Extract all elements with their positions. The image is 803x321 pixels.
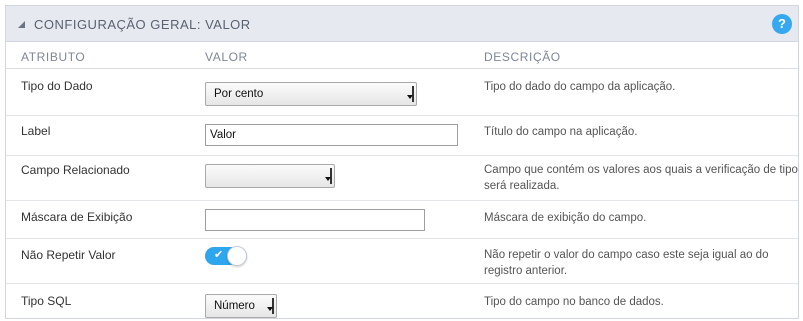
sql-type-select[interactable]: Número <box>205 294 277 318</box>
no-repeat-toggle[interactable]: ✔ <box>205 246 247 266</box>
column-header-attribute: ATRIBUTO <box>21 50 86 64</box>
check-icon: ✔ <box>214 249 224 261</box>
panel-title: CONFIGURAÇÃO GERAL: VALOR <box>34 17 251 32</box>
dropdown-arrow-icon <box>325 168 332 184</box>
dropdown-arrow-icon <box>267 298 274 314</box>
collapse-triangle-icon[interactable] <box>18 21 25 28</box>
general-config-panel: CONFIGURAÇÃO GERAL: VALOR ? ATRIBUTO VAL… <box>5 5 799 319</box>
description-text: Máscara de exibição do campo. <box>484 212 647 224</box>
table-row-label: Label Título do campo na aplicação. <box>6 116 798 156</box>
select-value: Número <box>214 300 255 312</box>
description-text: Título do campo na aplicação. <box>484 126 638 138</box>
display-mask-input[interactable] <box>205 209 425 231</box>
related-field-select[interactable] <box>205 164 335 188</box>
description-text: Tipo do dado do campo da aplicação. <box>484 81 676 93</box>
table-row-campo-relacionado: Campo Relacionado Campo que contém os va… <box>6 156 798 201</box>
attribute-label: Tipo SQL <box>21 294 72 308</box>
label-input[interactable] <box>205 124 458 146</box>
attribute-label: Não Repetir Valor <box>21 248 116 262</box>
select-value: Por cento <box>214 88 264 100</box>
column-header-value: VALOR <box>205 50 248 64</box>
description-text: Campo que contém os valores aos quais a … <box>484 164 798 192</box>
attribute-label: Tipo do Dado <box>21 79 93 93</box>
description-text: Não repetir o valor do campo caso este s… <box>484 249 769 277</box>
column-headers: ATRIBUTO VALOR DESCRIÇÃO <box>6 43 798 69</box>
table-row-mascara-de-exibicao: Máscara de Exibição Máscara de exibição … <box>6 201 798 239</box>
table-row-tipo-sql: Tipo SQL Número Tipo do campo no banco d… <box>6 284 798 318</box>
column-header-description: DESCRIÇÃO <box>484 50 561 64</box>
description-text: Tipo do campo no banco de dados. <box>484 296 664 308</box>
attribute-label: Máscara de Exibição <box>21 210 133 224</box>
toggle-knob <box>227 246 247 266</box>
table-row-tipo-do-dado: Tipo do Dado Por cento Tipo do dado do c… <box>6 70 798 116</box>
panel-header[interactable]: CONFIGURAÇÃO GERAL: VALOR ? <box>6 6 798 42</box>
dropdown-arrow-icon <box>407 86 414 102</box>
help-icon[interactable]: ? <box>772 14 792 34</box>
attribute-label: Label <box>21 124 51 138</box>
data-type-select[interactable]: Por cento <box>205 82 417 106</box>
attribute-label: Campo Relacionado <box>21 163 130 177</box>
table-row-nao-repetir-valor: Não Repetir Valor ✔ Não repetir o valor … <box>6 239 798 284</box>
